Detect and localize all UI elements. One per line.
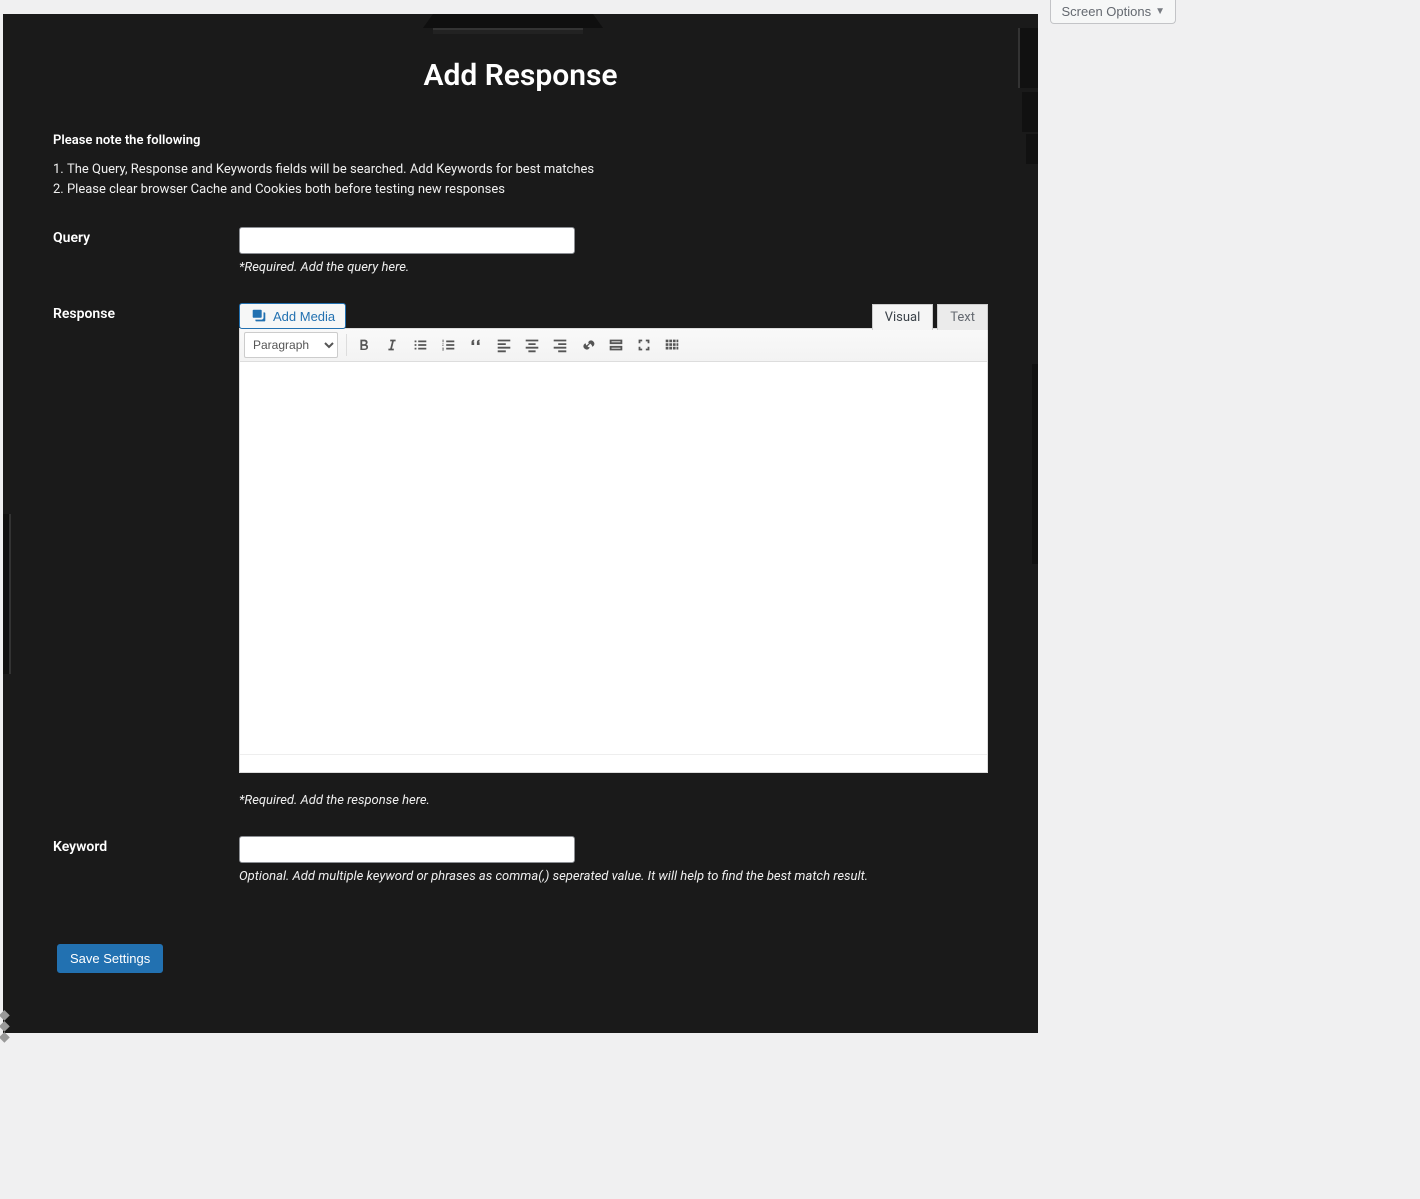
keyword-input[interactable] <box>239 836 575 863</box>
add-media-button[interactable]: Add Media <box>239 303 346 329</box>
align-left-icon <box>495 336 513 354</box>
italic-icon <box>383 336 401 354</box>
screen-options-label: Screen Options <box>1061 4 1151 19</box>
readmore-icon <box>607 336 625 354</box>
editor-statusbar <box>240 754 987 772</box>
save-settings-button[interactable]: Save Settings <box>57 944 163 973</box>
media-icon <box>250 307 268 325</box>
content-area: Please note the following The Query, Res… <box>3 133 1038 1033</box>
decoration <box>3 514 11 674</box>
decoration <box>1022 92 1038 132</box>
editor-content-area[interactable] <box>240 362 987 754</box>
editor-tabs: Visual Text <box>872 303 988 329</box>
align-left-button[interactable] <box>491 332 517 358</box>
quote-icon <box>467 336 485 354</box>
tab-visual[interactable]: Visual <box>872 304 934 330</box>
screen-options-button[interactable]: Screen Options ▼ <box>1050 0 1176 24</box>
link-button[interactable] <box>575 332 601 358</box>
align-right-icon <box>551 336 569 354</box>
bold-button[interactable] <box>351 332 377 358</box>
query-input[interactable] <box>239 227 575 254</box>
note-item: The Query, Response and Keywords fields … <box>53 162 988 177</box>
toolbar-toggle-button[interactable] <box>659 332 685 358</box>
italic-button[interactable] <box>379 332 405 358</box>
query-row: Query *Required. Add the query here. <box>53 227 988 275</box>
numbered-list-button[interactable] <box>435 332 461 358</box>
decoration <box>1026 134 1038 164</box>
align-center-button[interactable] <box>519 332 545 358</box>
query-help: *Required. Add the query here. <box>239 260 988 275</box>
notes-heading: Please note the following <box>53 133 988 148</box>
bullet-list-icon <box>411 336 429 354</box>
fullscreen-icon <box>635 336 653 354</box>
notes-list: The Query, Response and Keywords fields … <box>53 162 988 197</box>
decoration <box>1032 364 1038 564</box>
wysiwyg-editor: Paragraph <box>239 328 988 773</box>
numbered-list-icon <box>439 336 457 354</box>
keyword-help: Optional. Add multiple keyword or phrase… <box>239 869 988 884</box>
add-media-label: Add Media <box>273 309 335 324</box>
decoration: ◆◆◆ <box>0 1010 10 1043</box>
query-label: Query <box>53 227 239 246</box>
response-row: Response Add Media Visual Text Par <box>53 303 988 808</box>
format-select[interactable]: Paragraph <box>244 332 338 358</box>
decoration <box>1018 28 1038 88</box>
align-right-button[interactable] <box>547 332 573 358</box>
response-help: *Required. Add the response here. <box>239 793 988 808</box>
link-icon <box>579 336 597 354</box>
response-label: Response <box>53 303 239 322</box>
chevron-down-icon: ▼ <box>1155 6 1165 17</box>
keyword-row: Keyword Optional. Add multiple keyword o… <box>53 836 988 884</box>
keyword-label: Keyword <box>53 836 239 855</box>
read-more-button[interactable] <box>603 332 629 358</box>
editor-toolbar: Paragraph <box>240 329 987 362</box>
bullet-list-button[interactable] <box>407 332 433 358</box>
note-item: Please clear browser Cache and Cookies b… <box>53 182 988 197</box>
align-center-icon <box>523 336 541 354</box>
fullscreen-button[interactable] <box>631 332 657 358</box>
main-panel: ◆◆◆ Add Response Please note the followi… <box>3 14 1038 1033</box>
blockquote-button[interactable] <box>463 332 489 358</box>
tab-text[interactable]: Text <box>937 304 988 330</box>
bold-icon <box>355 336 373 354</box>
kitchen-sink-icon <box>663 336 681 354</box>
